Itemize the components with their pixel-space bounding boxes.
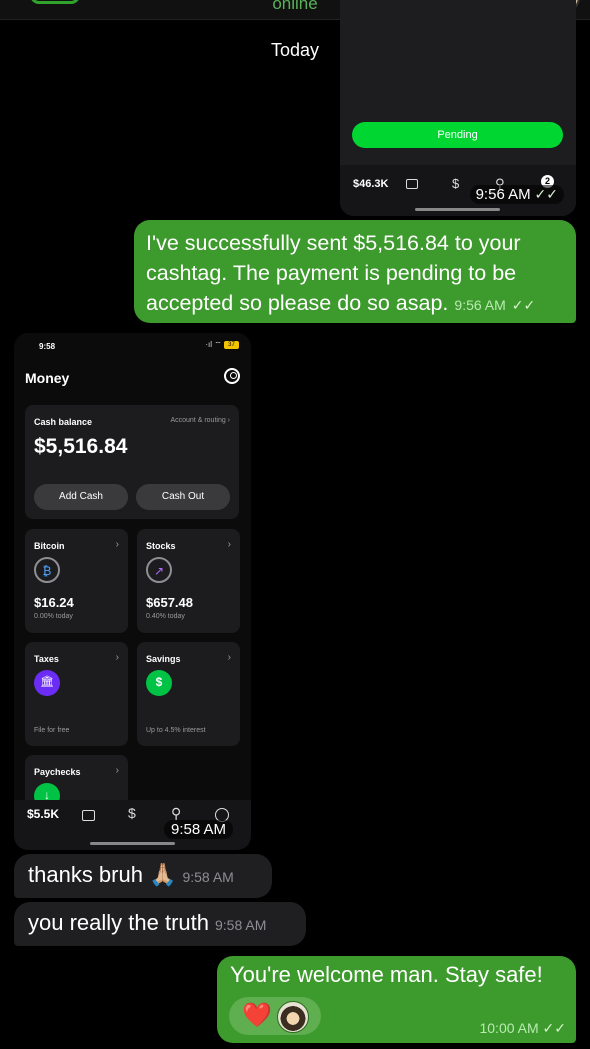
cash-balance-card: Cash balance Account & routing › $5,516.… xyxy=(25,405,239,519)
outgoing-message[interactable]: I've successfully sent $5,516.84 to your… xyxy=(134,220,576,323)
stocks-icon: ↗ xyxy=(146,557,172,583)
incoming-screenshot[interactable]: 9:58 ·ıl ⌔ 37 Money Cash balance Account… xyxy=(14,333,251,850)
message-timestamp: 9:58 AM xyxy=(182,869,234,885)
message-timestamp: 9:56 AM ✓✓ xyxy=(469,185,564,204)
signal-wifi-icon: ·ıl ⌔ xyxy=(205,340,222,349)
bitcoin-tile: Bitcoin › ₿ $16.24 0.00% today xyxy=(25,529,128,633)
tile-label: Savings xyxy=(146,654,181,664)
dollar-icon: $ xyxy=(452,176,460,191)
savings-tile: Savings › $ Up to 4.5% interest xyxy=(137,642,240,746)
read-receipt-icon: ✓✓ xyxy=(530,186,558,202)
tile-value: $16.24 xyxy=(34,595,74,610)
heart-reaction-icon: ❤️ xyxy=(242,1002,272,1029)
date-separator: Today xyxy=(270,40,320,60)
message-timestamp: 9:58 AM xyxy=(214,917,267,933)
battery-icon: 37 xyxy=(224,340,239,349)
tile-label: Taxes xyxy=(34,654,59,664)
chevron-right-icon: › xyxy=(227,539,231,550)
card-icon xyxy=(406,179,418,189)
read-receipt-icon: ✓✓ xyxy=(542,1020,566,1036)
home-indicator xyxy=(415,208,500,211)
add-cash-button: Add Cash xyxy=(34,484,128,510)
cash-balance-label: Cash balance xyxy=(34,417,93,427)
tab-balance: $5.5K xyxy=(27,807,60,821)
savings-icon: $ xyxy=(146,670,172,696)
tab-balance: $46.3K xyxy=(353,178,389,190)
tile-label: Stocks xyxy=(146,541,176,551)
status-icons: ·ıl ⌔ 37 xyxy=(205,340,239,350)
tile-label: Bitcoin xyxy=(34,541,65,551)
message-timestamp: 9:56 AM xyxy=(454,297,506,313)
incoming-message[interactable]: thanks bruh 🙏🏼 9:58 AM xyxy=(14,854,272,898)
message-timestamp: 10:00 AM ✓✓ xyxy=(479,1020,566,1036)
pending-button: Pending xyxy=(352,122,563,148)
cash-balance-amount: $5,516.84 xyxy=(34,435,128,458)
chevron-right-icon: › xyxy=(115,539,119,550)
tile-subtext: 0.40% today xyxy=(146,613,185,620)
chevron-right-icon: › xyxy=(227,652,231,663)
card-icon xyxy=(82,810,95,821)
status-time: 9:58 xyxy=(39,342,56,351)
incoming-message[interactable]: you really the truth 9:58 AM xyxy=(14,902,306,946)
chevron-right-icon: › xyxy=(115,652,119,663)
outgoing-screenshot[interactable]: Pending $46.3K $ ⚲ 2 9:56 AM ✓✓ xyxy=(340,0,576,216)
tile-subtext: File for free xyxy=(34,727,70,734)
tile-subtext: 0.00% today xyxy=(34,613,73,620)
taxes-tile: Taxes › 🏛 File for free xyxy=(25,642,128,746)
read-receipt-icon: ✓✓ xyxy=(511,297,536,313)
chevron-right-icon: › xyxy=(115,765,119,776)
message-text: you really the truth xyxy=(28,910,209,935)
account-routing-link: Account & routing › xyxy=(170,417,230,424)
bitcoin-icon: ₿ xyxy=(34,557,60,583)
profile-icon xyxy=(224,368,240,384)
dollar-icon: $ xyxy=(128,805,136,821)
tile-value: $657.48 xyxy=(146,595,193,610)
tile-label: Paychecks xyxy=(34,767,81,777)
page-title: Money xyxy=(25,370,70,386)
cash-out-button: Cash Out xyxy=(136,484,230,510)
tile-subtext: Up to 4.5% interest xyxy=(146,727,206,734)
outgoing-message[interactable]: You're welcome man. Stay safe! ❤️ 10:00 … xyxy=(217,956,576,1043)
message-text: thanks bruh 🙏🏼 xyxy=(28,862,177,887)
message-timestamp: 9:58 AM xyxy=(164,820,234,839)
reactor-avatar xyxy=(277,1001,309,1033)
home-indicator xyxy=(90,842,175,845)
reaction-pill[interactable]: ❤️ xyxy=(229,997,321,1035)
message-text: You're welcome man. Stay safe! xyxy=(230,962,543,987)
stocks-tile: Stocks › ↗ $657.48 0.40% today xyxy=(137,529,240,633)
bank-icon: 🏛 xyxy=(34,670,60,696)
